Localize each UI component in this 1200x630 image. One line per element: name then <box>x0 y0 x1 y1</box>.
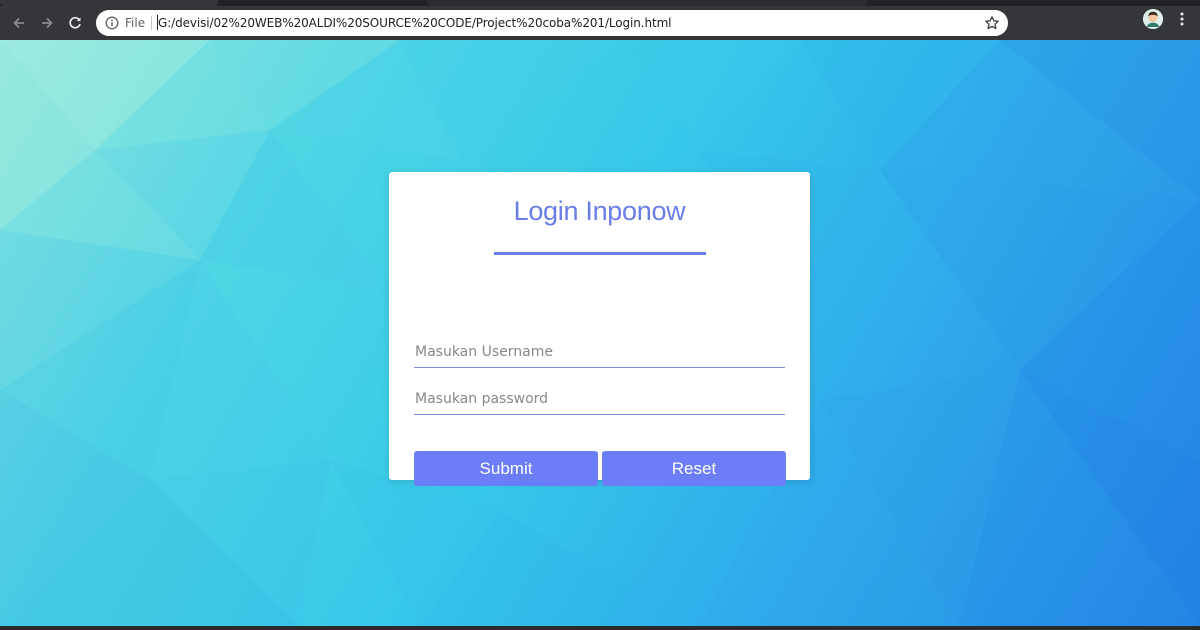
page-viewport: Login Inponow Submit Reset <box>0 40 1200 626</box>
profile-avatar-icon <box>1143 9 1163 29</box>
forward-button[interactable] <box>34 10 60 36</box>
reload-icon <box>69 16 81 29</box>
address-bar[interactable]: File G:/devisi/02%20WEB%20ALDI%20SOURCE%… <box>96 10 1008 36</box>
info-icon[interactable] <box>105 16 119 30</box>
omnibox-separator <box>151 16 152 30</box>
reset-button[interactable]: Reset <box>602 451 786 486</box>
username-input[interactable] <box>414 336 785 368</box>
profile-avatar[interactable] <box>1143 9 1163 29</box>
reload-button[interactable] <box>62 10 88 36</box>
back-arrow-icon <box>13 17 24 29</box>
login-card: Login Inponow Submit Reset <box>389 172 810 486</box>
browser-toolbar: File G:/devisi/02%20WEB%20ALDI%20SOURCE%… <box>0 6 1200 40</box>
bottom-edge <box>0 626 1200 630</box>
submit-button[interactable]: Submit <box>414 451 598 486</box>
kebab-menu-icon[interactable] <box>1176 10 1188 28</box>
title-underline <box>494 252 706 255</box>
forward-arrow-icon <box>42 17 53 29</box>
password-input[interactable] <box>414 383 785 415</box>
file-scheme-label: File <box>125 16 146 30</box>
back-button[interactable] <box>6 10 32 36</box>
bookmark-star-icon[interactable] <box>984 15 1000 31</box>
url-text[interactable]: G:/devisi/02%20WEB%20ALDI%20SOURCE%20COD… <box>158 15 672 31</box>
login-title: Login Inponow <box>513 196 686 226</box>
